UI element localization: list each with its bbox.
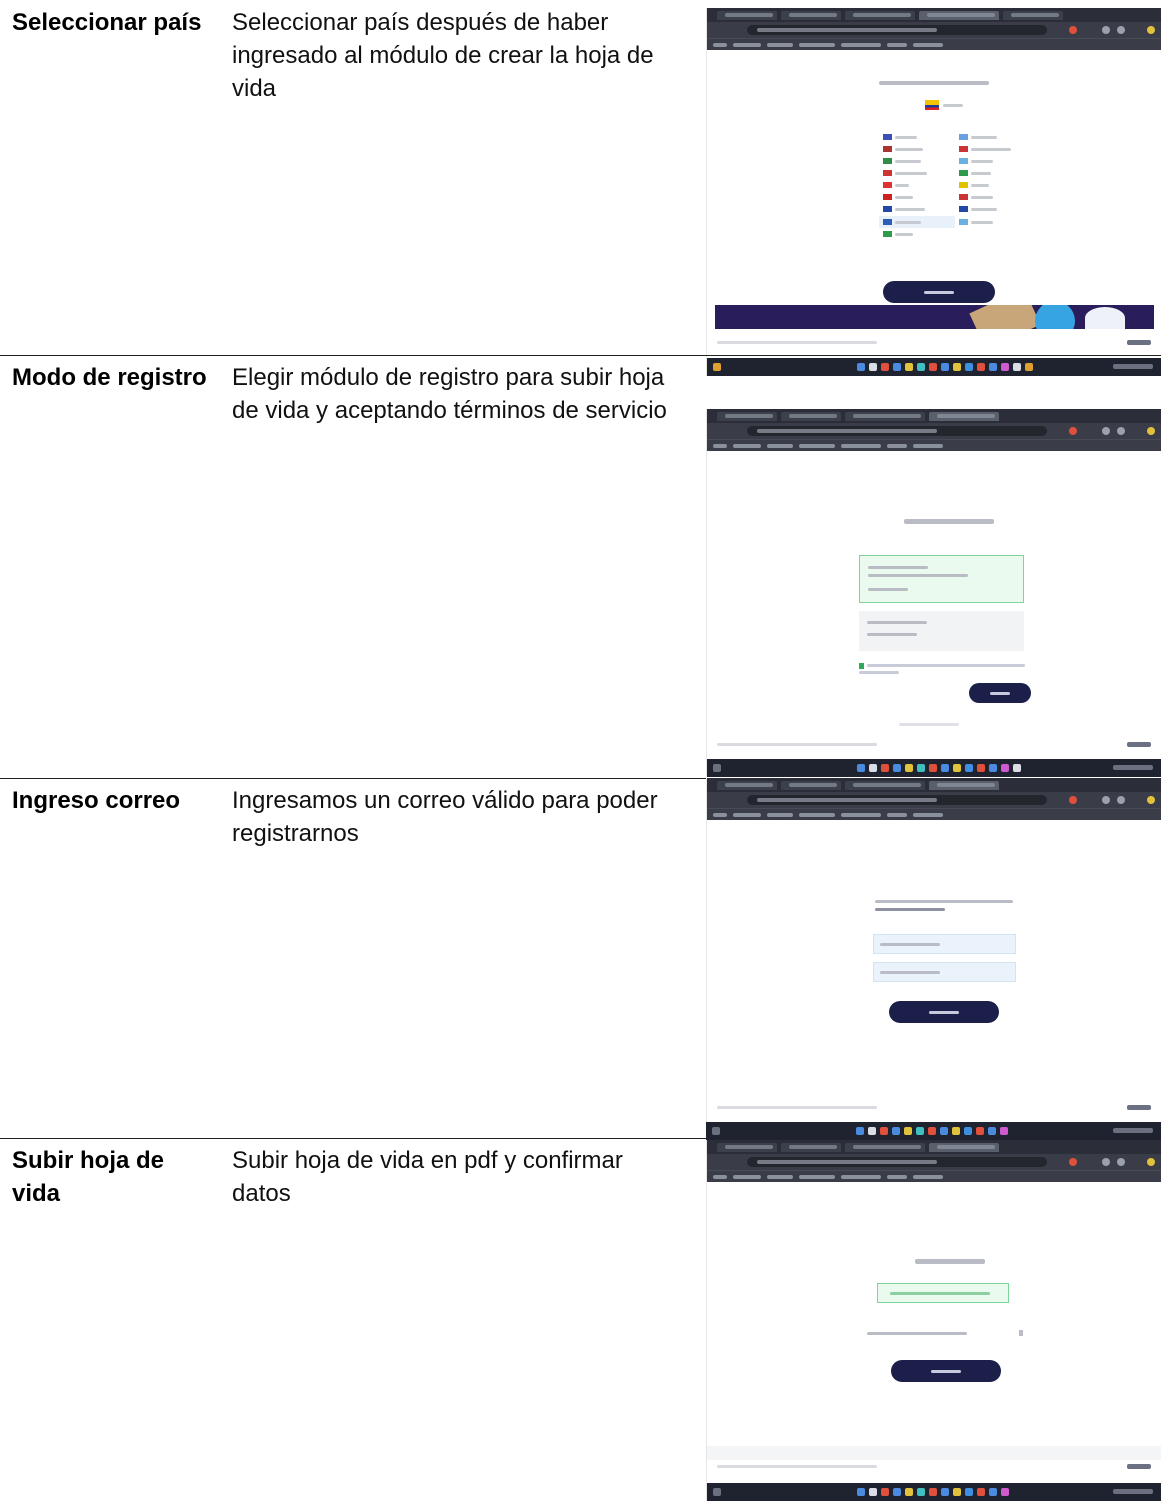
email-field[interactable] [873,934,1016,954]
step-description: Elegir módulo de registro para subir hoj… [232,364,667,424]
confirm-data-button[interactable] [891,1360,1001,1382]
step-title: Ingreso correo [12,787,181,814]
screenshot-ingreso-correo [706,778,1161,1130]
screenshot-modo-registro [706,409,1161,777]
confirm-email-field[interactable] [873,962,1016,982]
confirm-email-button[interactable] [889,1001,999,1023]
screenshot-seleccionar-pais [706,8,1161,376]
upload-icon[interactable] [1019,1330,1023,1336]
step-title: Seleccionar país [12,9,202,36]
bookmarks-bar [707,38,1161,50]
country-flag-icon [925,100,939,110]
screenshot-subir-hoja-de-vida [706,1140,1161,1501]
browser-tab-bar [707,8,1161,22]
table-row: Modo de registro Elegir módulo de regist… [0,355,1161,778]
step-description: Ingresamos un correo válido para poder r… [232,787,658,847]
continue-button[interactable] [883,281,995,303]
register-option-card[interactable] [859,611,1024,651]
register-option-card[interactable] [859,555,1024,603]
row-divider [0,355,1161,356]
os-taskbar [706,1122,1161,1140]
upload-success-box [877,1283,1009,1303]
table-row: Seleccionar país Seleccionar país despué… [0,0,1161,376]
step-title: Modo de registro [12,364,207,391]
step-description: Seleccionar país después de haber ingres… [232,9,654,102]
step-title: Subir hoja de vida [12,1147,165,1207]
checkbox-icon[interactable] [859,663,864,669]
browser-address-bar [707,22,1161,38]
continue-button[interactable] [969,683,1031,703]
table-row: Ingreso correo Ingresamos un correo váli… [0,778,1161,1138]
table-row: Subir hoja de vida Subir hoja de vida en… [0,1122,1161,1501]
step-description: Subir hoja de vida en pdf y confirmar da… [232,1147,623,1207]
promo-banner [715,305,1154,329]
